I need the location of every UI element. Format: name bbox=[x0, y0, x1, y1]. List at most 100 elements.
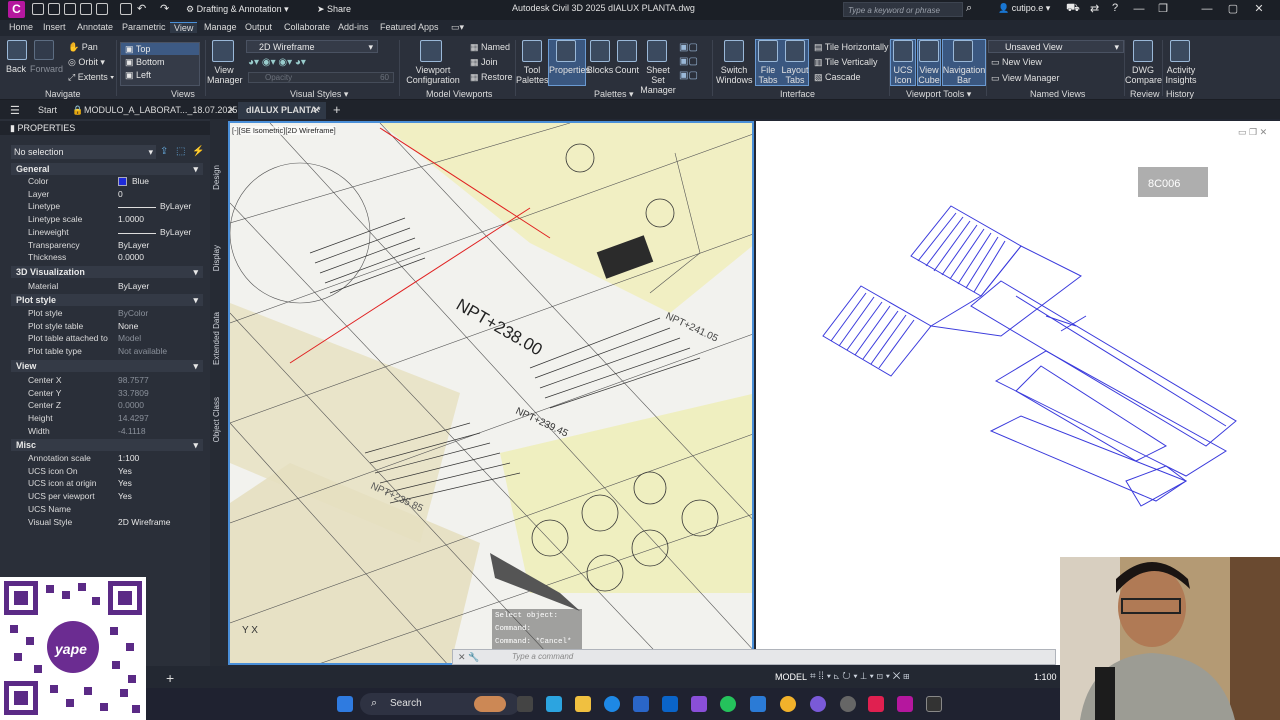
share-button[interactable]: ➤ Share bbox=[317, 2, 351, 17]
count-icon[interactable] bbox=[617, 40, 637, 62]
property-value[interactable]: ByLayer bbox=[118, 281, 149, 291]
back-arrow-icon[interactable] bbox=[7, 40, 27, 60]
help-search-input[interactable]: Type a keyword or phrase bbox=[843, 2, 963, 17]
inner-restore-icon[interactable]: ❐ bbox=[1156, 2, 1170, 16]
viewport-window-controls[interactable]: ▭ ❐ ✕ bbox=[1238, 127, 1267, 138]
document-tab-modulo[interactable]: MODULO_A_LABORAT..._18.07.2025[1]* bbox=[84, 105, 251, 115]
close-tab-icon[interactable]: ✕ bbox=[313, 105, 321, 116]
named-viewports-button[interactable]: ▦ Named bbox=[470, 42, 510, 52]
named-view-dropdown[interactable]: Unsaved View ▾ bbox=[988, 40, 1124, 53]
viewport-config-icon[interactable] bbox=[420, 40, 442, 62]
settings-icon[interactable] bbox=[840, 696, 856, 712]
tab-manage[interactable]: Manage bbox=[204, 22, 237, 32]
view-manager-icon[interactable] bbox=[212, 40, 234, 62]
property-value[interactable]: 2D Wireframe bbox=[118, 517, 170, 527]
undo-icon[interactable]: ↶ bbox=[137, 2, 146, 15]
section-general[interactable]: General ▾ bbox=[11, 163, 203, 175]
store-icon[interactable] bbox=[633, 696, 649, 712]
property-value[interactable]: 1:100 bbox=[118, 453, 139, 463]
tab-annotate[interactable]: Annotate bbox=[77, 22, 113, 32]
property-value[interactable]: 33.7809 bbox=[118, 388, 149, 398]
visual-style-dropdown[interactable]: 2D Wireframe ▾ bbox=[246, 40, 378, 53]
section-misc[interactable]: Misc ▾ bbox=[11, 439, 203, 451]
side-tab-display[interactable]: Display bbox=[212, 245, 221, 271]
property-value[interactable]: 0.0000 bbox=[118, 400, 144, 410]
file-explorer-icon[interactable] bbox=[575, 696, 591, 712]
property-value[interactable]: None bbox=[118, 321, 138, 331]
app-menu-button[interactable]: C bbox=[8, 1, 25, 18]
selection-dropdown[interactable]: No selection ▾ bbox=[11, 145, 156, 159]
open-file-icon[interactable] bbox=[48, 3, 60, 15]
blocks-icon[interactable] bbox=[590, 40, 610, 62]
print-icon[interactable] bbox=[120, 3, 132, 15]
file-tabs-button[interactable]: File Tabs bbox=[756, 65, 780, 85]
orbit-button[interactable]: ◎ Orbit ▾ bbox=[68, 57, 105, 67]
new-view-button[interactable]: ▭ New View bbox=[991, 57, 1042, 67]
search-icon[interactable]: ⌕ bbox=[966, 2, 972, 15]
property-value[interactable]: 0 bbox=[118, 189, 123, 199]
forward-button[interactable]: Forward bbox=[30, 64, 63, 74]
view-bottom[interactable]: ▣ Bottom bbox=[121, 55, 199, 68]
chrome-icon[interactable] bbox=[780, 696, 796, 712]
edge-icon[interactable] bbox=[604, 696, 620, 712]
named-view-manager-button[interactable]: ▭ View Manager bbox=[991, 73, 1059, 83]
widgets-icon[interactable] bbox=[474, 696, 506, 712]
side-tab-extended-data[interactable]: Extended Data bbox=[212, 312, 221, 365]
messenger-icon[interactable] bbox=[810, 696, 826, 712]
inner-minimize-icon[interactable]: — bbox=[1132, 2, 1146, 16]
civil3d-taskbar-icon[interactable] bbox=[897, 696, 913, 712]
viewport-configuration-button[interactable]: Viewport Configuration bbox=[403, 65, 463, 85]
view-manager-button[interactable]: View Manager bbox=[207, 65, 243, 85]
opacity-slider[interactable]: Opacity 60 bbox=[248, 72, 394, 83]
tab-home[interactable]: Home bbox=[9, 22, 33, 32]
dwg-compare-button[interactable]: DWG Compare bbox=[1125, 65, 1162, 85]
extents-button[interactable]: ⤢ Extents ▾ bbox=[68, 72, 114, 82]
vscode-icon[interactable] bbox=[750, 696, 766, 712]
dwg-compare-icon[interactable] bbox=[1133, 40, 1153, 62]
property-value[interactable]: ByLayer bbox=[118, 240, 149, 250]
cascade-button[interactable]: ▧ Cascade bbox=[814, 72, 861, 82]
document-tab-dialux[interactable]: dIALUX PLANTA* bbox=[246, 105, 320, 115]
add-layout-icon[interactable]: + bbox=[166, 670, 174, 686]
redo-icon[interactable]: ↷ bbox=[160, 2, 169, 15]
property-value[interactable]: Blue bbox=[132, 176, 149, 186]
side-tab-design[interactable]: Design bbox=[212, 165, 221, 190]
tab-addins[interactable]: Add-ins bbox=[338, 22, 369, 32]
switch-windows-icon[interactable] bbox=[724, 40, 744, 62]
view-top[interactable]: ▣ Top bbox=[121, 43, 199, 55]
copilot-icon[interactable] bbox=[546, 696, 562, 712]
restore-button[interactable]: ▦ Restore bbox=[470, 72, 513, 82]
command-close-icon[interactable]: ✕ 🔧 bbox=[458, 652, 479, 663]
property-value[interactable]: ByLayer bbox=[160, 201, 191, 211]
workspace-switcher[interactable]: ⚙ Drafting & Annotation ▾ bbox=[186, 2, 298, 17]
join-button[interactable]: ▦ Join bbox=[470, 57, 498, 67]
sheet-set-icon[interactable] bbox=[647, 40, 667, 62]
save-icon[interactable] bbox=[64, 3, 76, 15]
tab-insert[interactable]: Insert bbox=[43, 22, 66, 32]
layout-tabs-button[interactable]: Layout Tabs bbox=[781, 65, 809, 85]
property-value[interactable]: 1.0000 bbox=[118, 214, 144, 224]
property-value[interactable]: -4.1118 bbox=[118, 426, 146, 436]
property-value[interactable]: ByColor bbox=[118, 308, 148, 318]
task-view-icon[interactable] bbox=[517, 696, 533, 712]
properties-title[interactable]: ▮ PROPERTIES bbox=[0, 121, 226, 135]
property-value[interactable]: Yes bbox=[118, 491, 132, 501]
view-left[interactable]: ▣ Left bbox=[121, 68, 199, 81]
autodesk-dx-icon[interactable] bbox=[926, 696, 942, 712]
model-space-button[interactable]: MODEL bbox=[775, 672, 807, 682]
palette-small-icons[interactable]: ▣▢ ▣▢ ▣▢ bbox=[679, 41, 698, 83]
annotation-scale[interactable]: 1:100 bbox=[1034, 672, 1057, 682]
back-button[interactable]: Back bbox=[6, 64, 26, 74]
viewport-label[interactable]: [-][SE Isometric][2D Wireframe] bbox=[232, 126, 336, 135]
left-viewport[interactable]: NPT+238.00 NPT+239.45 NPT+241.05 NPT+235… bbox=[228, 121, 754, 665]
cart-icon[interactable]: ⛟ bbox=[1066, 2, 1080, 16]
user-account[interactable]: 👤 cutipo.e ▾ bbox=[998, 3, 1050, 14]
tab-featured-apps[interactable]: Featured Apps bbox=[380, 22, 439, 32]
forward-arrow-icon[interactable] bbox=[34, 40, 54, 60]
start-tab[interactable]: Start bbox=[38, 105, 57, 115]
save-as-icon[interactable] bbox=[80, 3, 92, 15]
section-plot-style[interactable]: Plot style ▾ bbox=[11, 294, 203, 306]
select-objects-icon[interactable]: ⬚ bbox=[176, 146, 185, 157]
property-value[interactable]: 14.4297 bbox=[118, 413, 149, 423]
connect-icon[interactable]: ⇄ bbox=[1090, 2, 1099, 15]
